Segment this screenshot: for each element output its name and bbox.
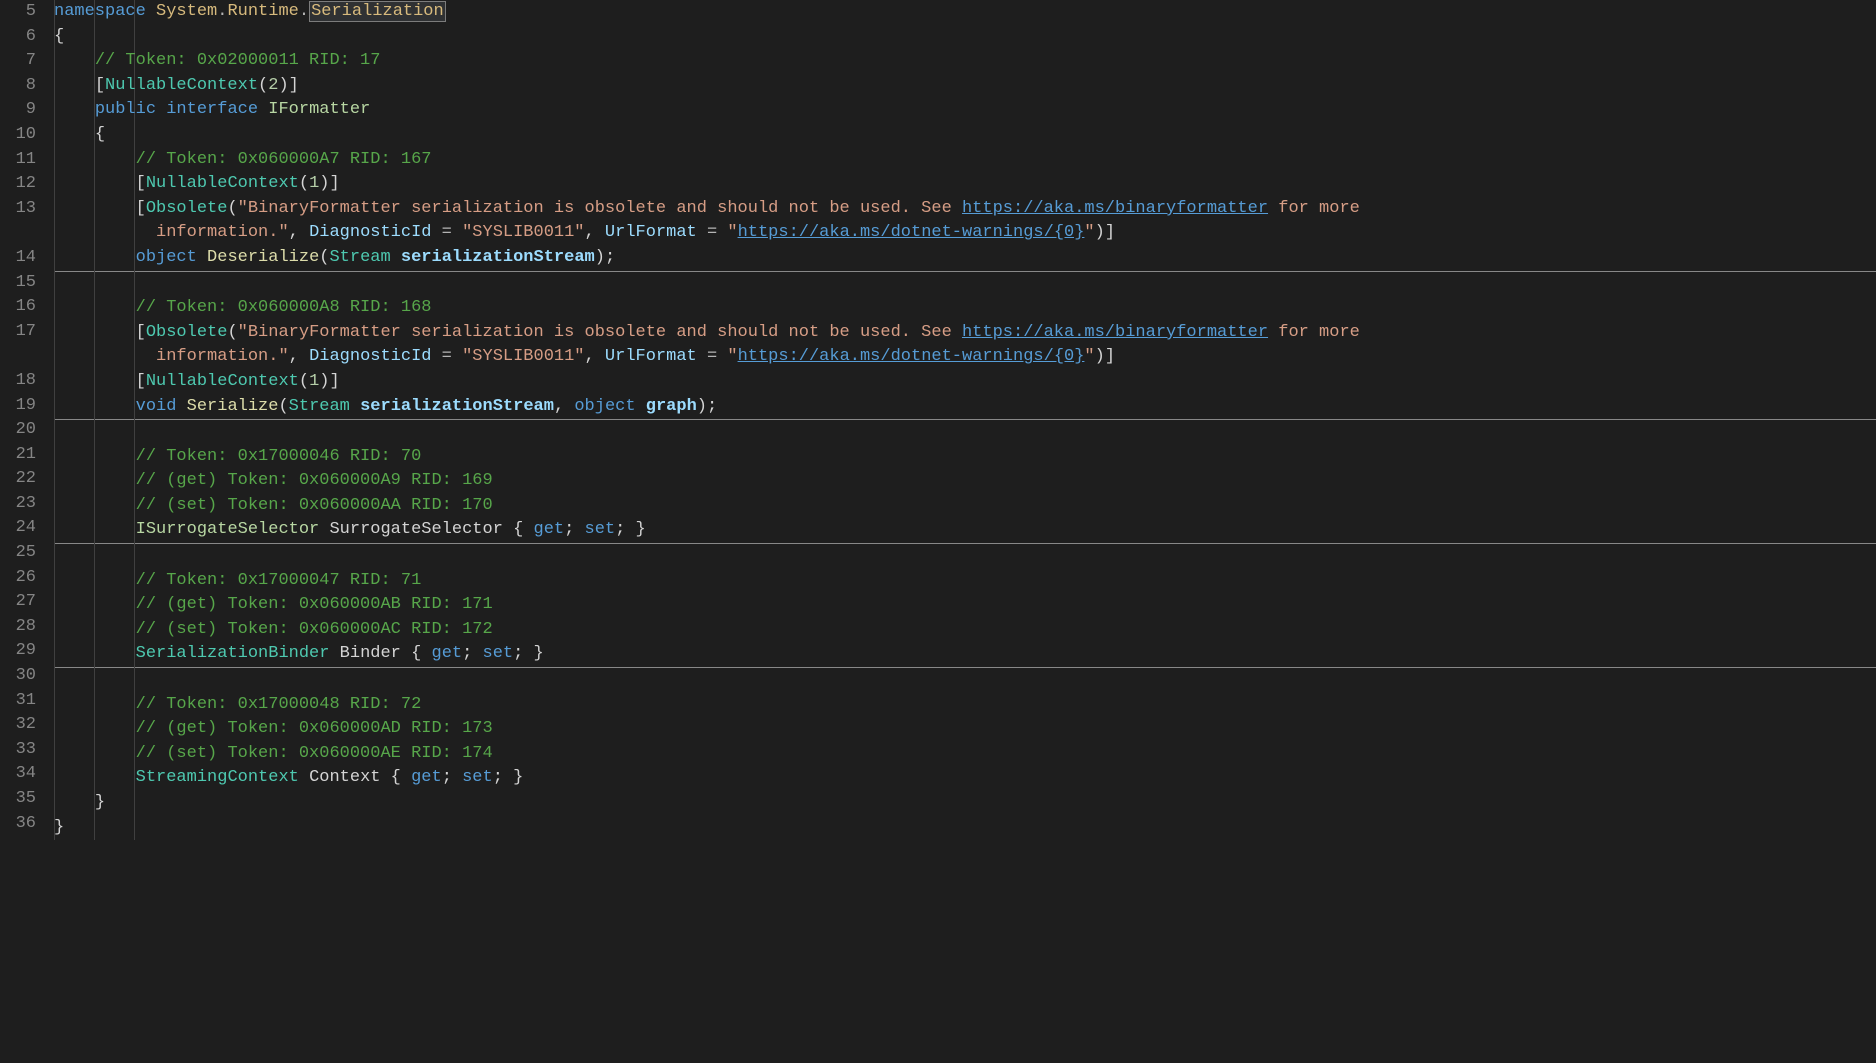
line-number: 30 [0,664,36,689]
code-line[interactable]: public interface IFormatter [54,98,1876,123]
line-number: 17 [0,320,36,345]
line-number: 36 [0,812,36,837]
code-line[interactable]: // (get) Token: 0x060000AD RID: 173 [54,717,1876,742]
code-line[interactable]: } [54,816,1876,841]
code-line[interactable]: SerializationBinder Binder { get; set; } [54,642,1876,667]
line-number: 26 [0,566,36,591]
code-line[interactable]: // (set) Token: 0x060000AC RID: 172 [54,618,1876,643]
line-number: 15 [0,271,36,296]
comment: // Token: 0x060000A8 RID: 168 [136,298,432,317]
comment: // Token: 0x02000011 RID: 17 [95,51,381,70]
line-number: 13 [0,197,36,222]
line-number: 20 [0,418,36,443]
code-area[interactable]: namespace System.Runtime.Serialization {… [48,0,1876,840]
code-line[interactable]: // (get) Token: 0x060000AB RID: 171 [54,593,1876,618]
line-number: 11 [0,148,36,173]
line-number: 27 [0,590,36,615]
code-line[interactable] [54,420,1876,445]
url-link[interactable]: https://aka.ms/binaryformatter [962,199,1268,218]
method-name: Deserialize [207,248,319,267]
code-line[interactable] [54,668,1876,693]
code-line[interactable]: namespace System.Runtime.Serialization [54,0,1876,25]
code-editor[interactable]: 5 6 7 8 9 10 11 12 13 14 15 16 17 18 19 … [0,0,1876,840]
code-line[interactable]: [NullableContext(1)] [54,370,1876,395]
code-line[interactable]: information.", DiagnosticId = "SYSLIB001… [54,345,1876,370]
line-number: 6 [0,25,36,50]
code-line[interactable]: void Serialize(Stream serializationStrea… [54,395,1876,420]
code-line[interactable]: [NullableContext(2)] [54,74,1876,99]
property-name: Binder [340,644,401,663]
code-line[interactable]: [NullableContext(1)] [54,172,1876,197]
line-number: 34 [0,762,36,787]
code-line[interactable]: [Obsolete("BinaryFormatter serialization… [54,321,1876,346]
line-number: 12 [0,172,36,197]
code-line[interactable] [54,544,1876,569]
comment: // Token: 0x060000A7 RID: 167 [136,150,432,169]
line-number [0,344,36,369]
line-number: 19 [0,394,36,419]
line-number: 8 [0,74,36,99]
code-line[interactable]: { [54,25,1876,50]
line-number: 5 [0,0,36,25]
interface-name: IFormatter [268,100,370,119]
namespace-part-selected: Serialization [309,1,446,22]
line-number: 29 [0,639,36,664]
code-line[interactable]: [Obsolete("BinaryFormatter serialization… [54,197,1876,222]
property-name: Context [309,768,380,787]
line-number: 10 [0,123,36,148]
property-name: SurrogateSelector [329,520,502,539]
code-line[interactable]: // (set) Token: 0x060000AE RID: 174 [54,742,1876,767]
line-number: 21 [0,443,36,468]
url-link[interactable]: https://aka.ms/dotnet-warnings/{0} [738,223,1085,242]
url-link[interactable]: https://aka.ms/binaryformatter [962,323,1268,342]
line-number: 22 [0,467,36,492]
line-number: 23 [0,492,36,517]
line-number: 32 [0,713,36,738]
code-line[interactable]: // (get) Token: 0x060000A9 RID: 169 [54,469,1876,494]
line-number: 33 [0,738,36,763]
line-number: 14 [0,246,36,271]
url-link[interactable]: https://aka.ms/dotnet-warnings/{0} [738,347,1085,366]
namespace-part: Runtime [227,2,298,21]
code-line[interactable]: } [54,791,1876,816]
line-number: 31 [0,689,36,714]
line-number-gutter: 5 6 7 8 9 10 11 12 13 14 15 16 17 18 19 … [0,0,48,840]
code-line[interactable] [54,272,1876,297]
method-name: Serialize [187,397,279,416]
code-line[interactable]: { [54,123,1876,148]
code-line[interactable]: StreamingContext Context { get; set; } [54,766,1876,791]
attribute: NullableContext [105,76,258,95]
line-number: 7 [0,49,36,74]
line-number: 24 [0,516,36,541]
code-line[interactable]: // Token: 0x17000048 RID: 72 [54,693,1876,718]
line-number: 35 [0,787,36,812]
line-number [0,221,36,246]
line-number: 9 [0,98,36,123]
code-line[interactable]: // Token: 0x17000046 RID: 70 [54,445,1876,470]
attribute: Obsolete [146,199,228,218]
code-line[interactable]: object Deserialize(Stream serializationS… [54,246,1876,271]
line-number: 28 [0,615,36,640]
line-number: 25 [0,541,36,566]
keyword: namespace [54,2,146,21]
code-line[interactable]: ISurrogateSelector SurrogateSelector { g… [54,518,1876,543]
line-number: 16 [0,295,36,320]
code-line[interactable]: // Token: 0x060000A7 RID: 167 [54,148,1876,173]
code-line[interactable]: information.", DiagnosticId = "SYSLIB001… [54,221,1876,246]
namespace-part: System [156,2,217,21]
line-number: 18 [0,369,36,394]
code-line[interactable]: // (set) Token: 0x060000AA RID: 170 [54,494,1876,519]
code-line[interactable]: // Token: 0x17000047 RID: 71 [54,569,1876,594]
code-line[interactable]: // Token: 0x02000011 RID: 17 [54,49,1876,74]
code-line[interactable]: // Token: 0x060000A8 RID: 168 [54,296,1876,321]
